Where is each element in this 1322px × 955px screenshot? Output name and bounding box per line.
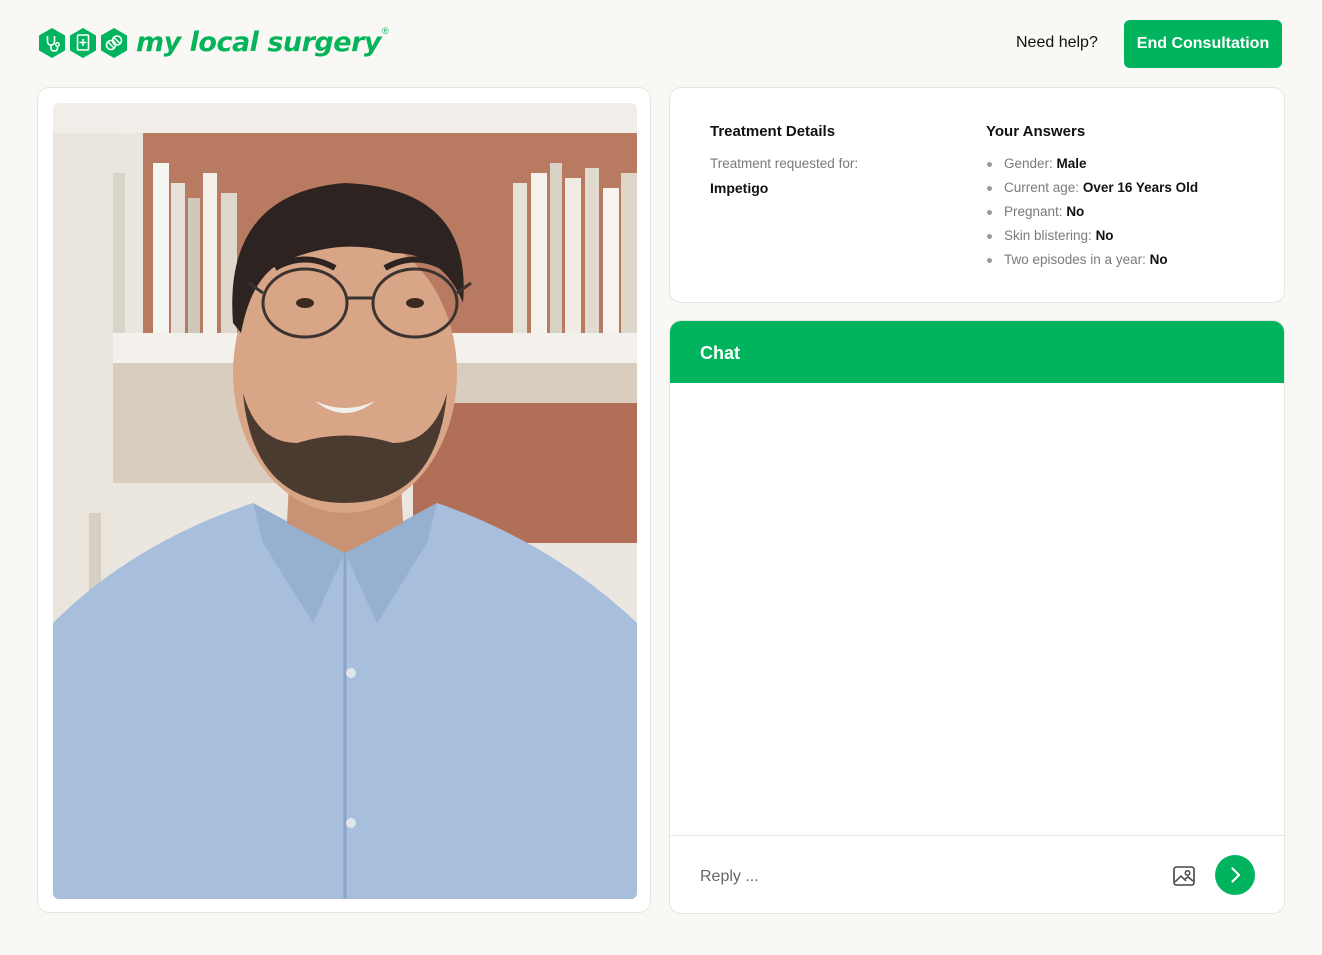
video-feed[interactable]: [53, 103, 637, 899]
send-button[interactable]: [1215, 855, 1255, 895]
your-answers-title: Your Answers: [986, 123, 1086, 140]
treatment-details-panel: Treatment Details Treatment requested fo…: [669, 87, 1285, 303]
video-panel: [37, 87, 651, 913]
chat-panel: Chat: [669, 320, 1285, 914]
chevron-right-icon: [1231, 867, 1241, 883]
treatment-details-title: Treatment Details: [710, 123, 836, 140]
video-feed-person: [53, 103, 637, 899]
treatment-requested-value: Impetigo: [710, 180, 769, 196]
list-item: Gender: Male: [986, 154, 1198, 178]
pills-icon: [101, 28, 127, 58]
image-icon[interactable]: [1172, 864, 1196, 888]
list-item: Current age: Over 16 Years Old: [986, 178, 1198, 202]
stethoscope-icon: [39, 28, 65, 58]
list-item: Pregnant: No: [986, 202, 1198, 226]
need-help-link[interactable]: Need help?: [1016, 34, 1098, 52]
list-item: Skin blistering: No: [986, 226, 1198, 250]
list-item: Two episodes in a year: No: [986, 250, 1198, 274]
brand-name: my local surgery: [136, 26, 381, 58]
document-plus-icon: [70, 28, 96, 58]
registered-mark: ®: [381, 26, 389, 36]
treatment-requested-label: Treatment requested for:: [710, 156, 859, 171]
end-consultation-button[interactable]: End Consultation: [1124, 20, 1282, 68]
chat-header: Chat: [670, 321, 1284, 383]
brand-logo[interactable]: my local surgery ®: [38, 24, 389, 62]
chat-messages[interactable]: [670, 383, 1284, 835]
chat-title: Chat: [700, 343, 740, 363]
chat-composer: [670, 835, 1284, 913]
reply-input[interactable]: [698, 858, 1162, 896]
answers-list: Gender: Male Current age: Over 16 Years …: [986, 154, 1198, 274]
